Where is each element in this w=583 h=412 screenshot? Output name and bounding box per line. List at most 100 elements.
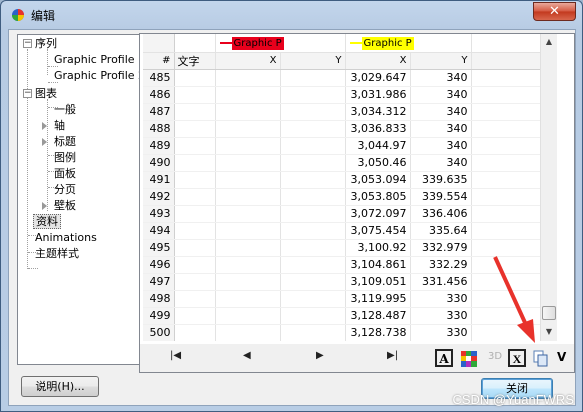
delete-icon[interactable]: X — [508, 349, 526, 367]
tree-item-series[interactable]: 序列 — [35, 36, 57, 51]
y2-cell[interactable]: 340 — [410, 86, 472, 104]
x1-cell[interactable] — [215, 256, 281, 274]
x2-cell[interactable]: 3,109.051 — [345, 273, 411, 291]
collapse-toggle-chart[interactable]: − — [23, 89, 32, 98]
text-cell[interactable] — [174, 137, 216, 155]
x2-cell[interactable]: 3,034.312 — [345, 103, 411, 121]
tree-item-animations[interactable]: Animations — [35, 230, 97, 245]
x2-cell[interactable]: 3,029.647 — [345, 69, 411, 87]
x1-cell[interactable] — [215, 120, 281, 138]
tree-item-chart[interactable]: 图表 — [35, 86, 57, 101]
y2-cell[interactable]: 340 — [410, 69, 472, 87]
tree-item-panel[interactable]: 面板 — [54, 166, 76, 181]
text-cell[interactable] — [174, 188, 216, 206]
y2-cell[interactable]: 330 — [410, 324, 472, 341]
x1-cell[interactable] — [215, 273, 281, 291]
x2-cell[interactable]: 3,100.92 — [345, 239, 411, 257]
text-cell[interactable] — [174, 171, 216, 189]
x2-column-header[interactable]: X — [345, 52, 411, 70]
x2-cell[interactable]: 3,050.46 — [345, 154, 411, 172]
table-row[interactable]: 487 3,034.312 340 — [143, 103, 557, 121]
y2-cell[interactable]: 330 — [410, 307, 472, 325]
y2-cell[interactable]: 332.29 — [410, 256, 472, 274]
table-row[interactable]: 491 3,053.094 339.635 — [143, 171, 557, 189]
table-row[interactable]: 486 3,031.986 340 — [143, 86, 557, 104]
x2-cell[interactable]: 3,053.805 — [345, 188, 411, 206]
y1-cell[interactable] — [280, 103, 346, 121]
expand-arrow-icon[interactable] — [42, 122, 47, 130]
tree-item-walls[interactable]: 壁板 — [54, 198, 76, 213]
table-row[interactable]: 488 3,036.833 340 — [143, 120, 557, 138]
y1-cell[interactable] — [280, 154, 346, 172]
help-button[interactable]: 说明(H)... — [21, 376, 99, 397]
expand-arrow-icon[interactable] — [42, 138, 47, 146]
scroll-up-icon[interactable]: ▲ — [541, 34, 557, 50]
y1-cell[interactable] — [280, 171, 346, 189]
profile-1-header[interactable]: Graphic P — [215, 34, 346, 53]
x1-cell[interactable] — [215, 171, 281, 189]
next-record-icon[interactable]: ▶ — [316, 350, 324, 361]
x1-cell[interactable] — [215, 86, 281, 104]
y2-cell[interactable]: 335.64 — [410, 222, 472, 240]
table-row[interactable]: 489 3,044.97 340 — [143, 137, 557, 155]
table-row[interactable]: 485 3,029.647 340 — [143, 69, 557, 87]
x2-cell[interactable]: 3,053.094 — [345, 171, 411, 189]
y1-cell[interactable] — [280, 69, 346, 87]
y1-cell[interactable] — [280, 256, 346, 274]
y1-cell[interactable] — [280, 222, 346, 240]
text-cell[interactable] — [174, 256, 216, 274]
text-cell[interactable] — [174, 239, 216, 257]
x1-cell[interactable] — [215, 324, 281, 341]
text-cell[interactable] — [174, 120, 216, 138]
tree-item-axis[interactable]: 轴 — [54, 118, 65, 133]
text-cell[interactable] — [174, 154, 216, 172]
previous-record-icon[interactable]: ◀ — [243, 350, 251, 361]
tree-item-titles[interactable]: 标题 — [54, 134, 76, 149]
tree-item-themes[interactable]: 主题样式 — [35, 246, 79, 261]
y2-cell[interactable]: 336.406 — [410, 205, 472, 223]
x1-cell[interactable] — [215, 103, 281, 121]
tree-item-paging[interactable]: 分页 — [54, 182, 76, 197]
color-grid-icon[interactable] — [461, 351, 477, 367]
x2-cell[interactable]: 3,031.986 — [345, 86, 411, 104]
tree-item-graphic-profile-1[interactable]: Graphic Profile 1 — [54, 52, 145, 67]
profile-2-header[interactable]: Graphic P — [345, 34, 472, 53]
x1-cell[interactable] — [215, 222, 281, 240]
y2-cell[interactable]: 339.554 — [410, 188, 472, 206]
y1-cell[interactable] — [280, 188, 346, 206]
x1-column-header[interactable]: X — [215, 52, 281, 70]
text-cell[interactable] — [174, 86, 216, 104]
table-row[interactable]: 494 3,075.454 335.64 — [143, 222, 557, 240]
y1-cell[interactable] — [280, 86, 346, 104]
table-row[interactable]: 493 3,072.097 336.406 — [143, 205, 557, 223]
x1-cell[interactable] — [215, 137, 281, 155]
table-row[interactable]: 490 3,050.46 340 — [143, 154, 557, 172]
y1-cell[interactable] — [280, 239, 346, 257]
x1-cell[interactable] — [215, 290, 281, 308]
y1-cell[interactable] — [280, 324, 346, 341]
first-record-icon[interactable]: |◀ — [170, 350, 181, 361]
x2-cell[interactable]: 3,128.487 — [345, 307, 411, 325]
y1-cell[interactable] — [280, 205, 346, 223]
x1-cell[interactable] — [215, 307, 281, 325]
y2-cell[interactable]: 339.635 — [410, 171, 472, 189]
x2-cell[interactable]: 3,119.995 — [345, 290, 411, 308]
x1-cell[interactable] — [215, 154, 281, 172]
y1-cell[interactable] — [280, 307, 346, 325]
y2-cell[interactable]: 340 — [410, 120, 472, 138]
x1-cell[interactable] — [215, 239, 281, 257]
last-record-icon[interactable]: ▶| — [387, 350, 398, 361]
tree-item-data-selected[interactable]: 资料 — [33, 214, 61, 229]
y2-cell[interactable]: 330 — [410, 290, 472, 308]
tree-item-graphic-profile-2[interactable]: Graphic Profile 2 — [54, 68, 145, 83]
tree-item-general[interactable]: 一般 — [54, 102, 76, 117]
y1-cell[interactable] — [280, 290, 346, 308]
y2-cell[interactable]: 340 — [410, 154, 472, 172]
y1-cell[interactable] — [280, 137, 346, 155]
v-button[interactable]: V — [557, 350, 566, 364]
x1-cell[interactable] — [215, 69, 281, 87]
y1-column-header[interactable]: Y — [280, 52, 346, 70]
y2-cell[interactable]: 331.456 — [410, 273, 472, 291]
font-icon[interactable]: A — [435, 349, 453, 367]
text-cell[interactable] — [174, 273, 216, 291]
